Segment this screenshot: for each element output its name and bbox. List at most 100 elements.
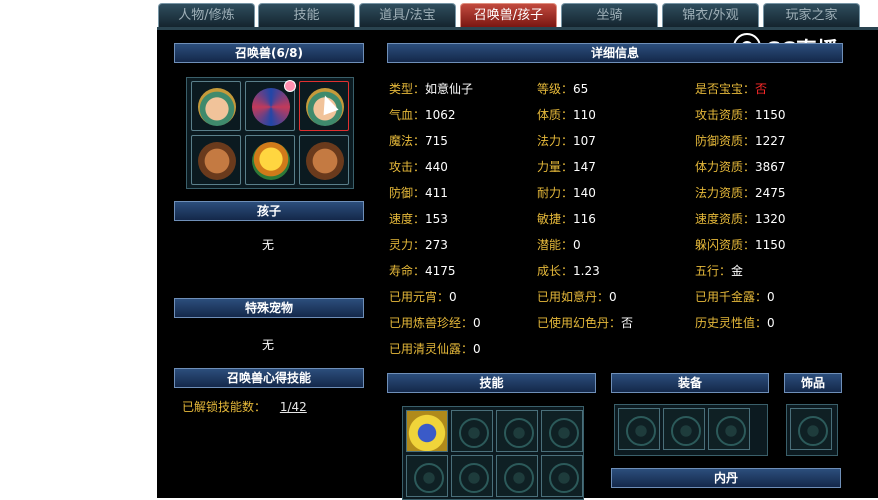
empty-equipment-slot[interactable]	[708, 408, 750, 450]
tab-4[interactable]: 坐骑	[561, 3, 658, 27]
stat-label: 已用千金露：	[695, 290, 768, 304]
stat-label: 是否宝宝：	[695, 82, 756, 96]
pet-slot[interactable]	[299, 135, 349, 185]
stat-label: 魔法：	[389, 134, 426, 148]
stat-value: 0	[473, 316, 481, 330]
stat-value: 110	[573, 108, 596, 122]
ogre-avatar	[198, 142, 236, 180]
stat-value: 147	[573, 160, 596, 174]
stat-label: 已用如意丹：	[537, 290, 610, 304]
stat-label: 灵力：	[389, 238, 426, 252]
heart-badge-icon	[284, 80, 296, 92]
stat-label: 防御：	[389, 186, 426, 200]
empty-skill-slot[interactable]	[541, 455, 583, 497]
stat-value: 116	[573, 212, 596, 226]
inner-core-header: 内丹	[611, 468, 841, 488]
stat-value: 440	[425, 160, 448, 174]
stat-value: 0	[573, 238, 581, 252]
stat-value: 1227	[755, 134, 786, 148]
stat-value: 1150	[755, 108, 786, 122]
special-pet-header: 特殊宠物	[174, 298, 364, 318]
ogre-avatar	[306, 142, 344, 180]
child-header: 孩子	[174, 201, 364, 221]
red-blue-fan-avatar	[252, 88, 290, 126]
detail-header: 详细信息	[387, 43, 843, 63]
stat-value: 107	[573, 134, 596, 148]
green-hair-girl-avatar	[198, 88, 236, 126]
stat-value: 1062	[425, 108, 456, 122]
stat-value: 1150	[755, 238, 786, 252]
empty-skill-slot[interactable]	[406, 455, 448, 497]
stat-value: 2475	[755, 186, 786, 200]
stat-value: 0	[609, 290, 617, 304]
pet-slot[interactable]	[191, 135, 241, 185]
stat-label: 躲闪资质：	[695, 238, 756, 252]
stat-label: 速度资质：	[695, 212, 756, 226]
stat-value: 0	[767, 290, 775, 304]
tab-3[interactable]: 召唤兽/孩子	[460, 3, 557, 27]
tab-1[interactable]: 技能	[258, 3, 355, 27]
stat-value: 153	[425, 212, 448, 226]
unlocked-skills-label: 已解锁技能数：	[182, 400, 267, 414]
stat-label: 体力资质：	[695, 160, 756, 174]
stat-label: 气血：	[389, 108, 426, 122]
stat-value: 否	[755, 82, 768, 96]
stat-label: 耐力：	[537, 186, 574, 200]
stat-value: 4175	[425, 264, 456, 278]
stat-value: 0	[473, 342, 481, 356]
tab-5[interactable]: 锦衣/外观	[662, 3, 759, 27]
summon-header: 召唤兽(6/8)	[174, 43, 364, 63]
tab-2[interactable]: 道具/法宝	[359, 3, 456, 27]
water-flame-skill-icon[interactable]	[406, 410, 448, 452]
equipment-header: 装备	[611, 373, 769, 393]
child-value: 无	[262, 238, 275, 252]
stat-value: 否	[621, 316, 634, 330]
stat-label: 防御资质：	[695, 134, 756, 148]
stat-value: 1.23	[573, 264, 600, 278]
stat-value: 如意仙子	[425, 82, 474, 96]
stat-label: 已使用幻色丹：	[537, 316, 622, 330]
stat-value: 1320	[755, 212, 786, 226]
stat-label: 法力资质：	[695, 186, 756, 200]
special-pet-value: 无	[262, 338, 275, 352]
empty-skill-slot[interactable]	[541, 410, 583, 452]
stat-value: 273	[425, 238, 448, 252]
empty-accessory-slot[interactable]	[790, 408, 832, 450]
tab-0[interactable]: 人物/修炼	[158, 3, 255, 27]
stat-label: 类型：	[389, 82, 426, 96]
pet-slot[interactable]	[245, 135, 295, 185]
pet-slot[interactable]	[245, 80, 296, 131]
stat-label: 法力：	[537, 134, 574, 148]
stat-label: 体质：	[537, 108, 574, 122]
equipment-slots	[614, 404, 768, 456]
tab-6[interactable]: 玩家之家	[763, 3, 860, 27]
stat-label: 敏捷：	[537, 212, 574, 226]
unlocked-skills-value[interactable]: 1/42	[280, 400, 307, 414]
stat-label: 已用元宵：	[389, 290, 450, 304]
stat-label: 已用清灵仙露：	[389, 342, 474, 356]
stat-label: 潜能：	[537, 238, 574, 252]
stat-label: 历史灵性值：	[695, 316, 768, 330]
empty-skill-slot[interactable]	[451, 455, 493, 497]
golden-warrior-avatar	[252, 142, 290, 180]
stat-label: 成长：	[537, 264, 574, 278]
stat-label: 等级：	[537, 82, 574, 96]
stat-value: 3867	[755, 160, 786, 174]
stat-label: 力量：	[537, 160, 574, 174]
stat-label: 五行：	[695, 264, 732, 278]
stat-value: 411	[425, 186, 448, 200]
skill-slots	[402, 406, 584, 500]
stat-label: 已用炼兽珍经：	[389, 316, 474, 330]
pet-slot[interactable]	[191, 81, 241, 131]
empty-equipment-slot[interactable]	[663, 408, 705, 450]
accessory-header: 饰品	[784, 373, 842, 393]
empty-skill-slot[interactable]	[496, 455, 538, 497]
stat-label: 寿命：	[389, 264, 426, 278]
stat-label: 速度：	[389, 212, 426, 226]
empty-equipment-slot[interactable]	[618, 408, 660, 450]
stat-value: 715	[425, 134, 448, 148]
empty-skill-slot[interactable]	[496, 410, 538, 452]
skills-header: 技能	[387, 373, 596, 393]
empty-skill-slot[interactable]	[451, 410, 493, 452]
stat-value: 0	[767, 316, 775, 330]
